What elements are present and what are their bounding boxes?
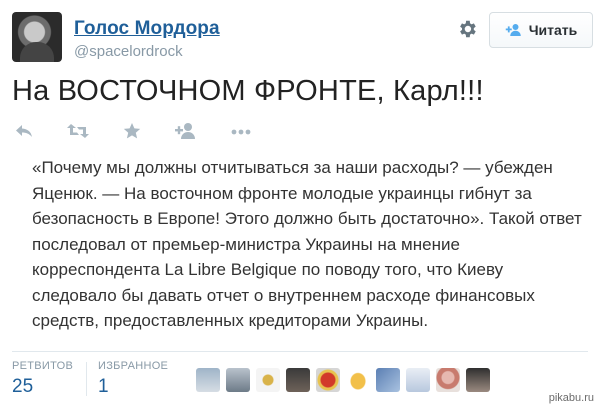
add-user-icon	[505, 24, 521, 36]
retweeter-avatar[interactable]	[196, 368, 220, 392]
more-icon[interactable]	[230, 122, 252, 142]
follow-icon[interactable]	[174, 122, 198, 142]
retweet-icon[interactable]	[66, 122, 90, 142]
favorites-label: ИЗБРАННОЕ	[98, 360, 169, 372]
favorites-count: 1	[98, 376, 109, 397]
retweeter-avatar[interactable]	[436, 368, 460, 392]
follow-label: Читать	[528, 22, 578, 38]
retweeter-avatar[interactable]	[226, 368, 250, 392]
retweeter-avatar[interactable]	[316, 368, 340, 392]
avatar[interactable]	[12, 12, 62, 62]
gear-icon[interactable]	[456, 18, 478, 40]
retweets-label: РЕТВИТОВ	[12, 360, 74, 372]
favorites-stat[interactable]: ИЗБРАННОЕ 1	[98, 360, 168, 398]
retweeter-avatar[interactable]	[466, 368, 490, 392]
tweet-actions	[14, 122, 314, 144]
tweet-text: На ВОСТОЧНОМ ФРОНТЕ, Карл!!!	[12, 75, 484, 107]
follow-button[interactable]: Читать	[489, 12, 593, 48]
retweeter-avatar[interactable]	[376, 368, 400, 392]
stats-separator	[86, 362, 87, 396]
retweets-stat[interactable]: РЕТВИТОВ 25	[12, 360, 73, 398]
account-name[interactable]: Голос Мордора	[74, 18, 220, 40]
quoted-text: «Почему мы должны отчитываться за наши р…	[32, 158, 582, 330]
reply-icon[interactable]	[14, 122, 34, 142]
favorite-icon[interactable]	[122, 122, 142, 142]
retweeter-avatar[interactable]	[406, 368, 430, 392]
account-handle[interactable]: @spacelordrock	[74, 43, 183, 60]
retweeter-avatar[interactable]	[286, 368, 310, 392]
retweets-count: 25	[12, 376, 34, 397]
tweet-header: Голос Мордора @spacelordrock Читать	[12, 12, 593, 62]
divider	[12, 351, 588, 352]
watermark: pikabu.ru	[548, 392, 594, 404]
retweeter-avatar[interactable]	[256, 368, 280, 392]
retweeter-avatar[interactable]	[346, 368, 370, 392]
